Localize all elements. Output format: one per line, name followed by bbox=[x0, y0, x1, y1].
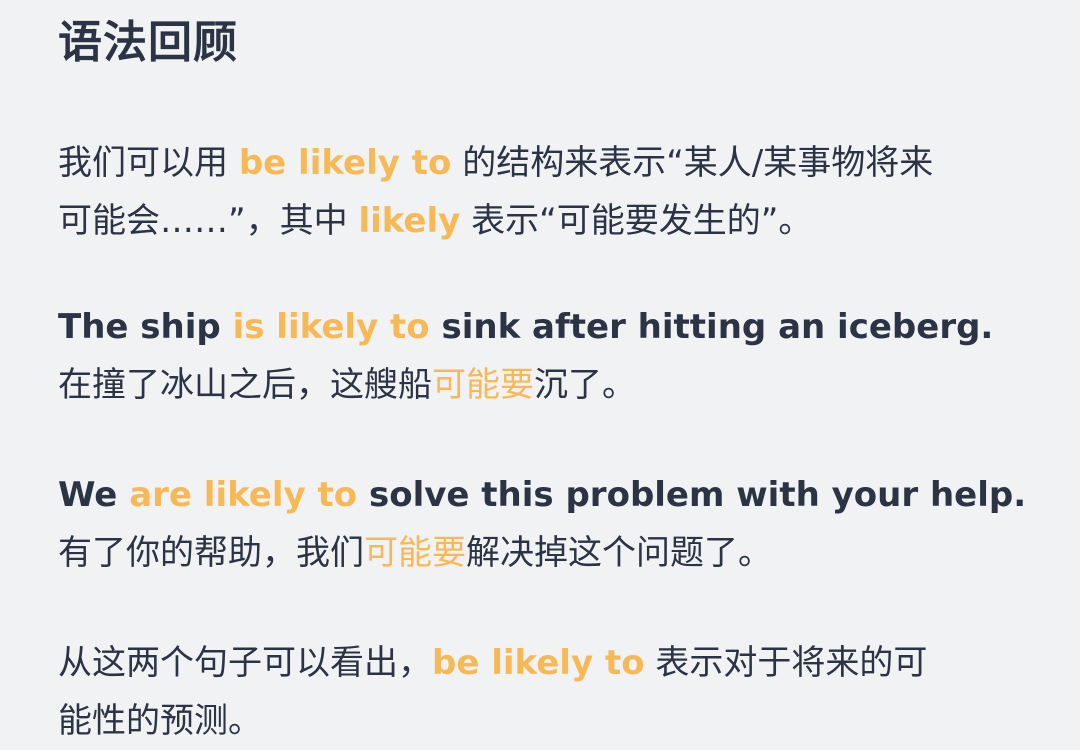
intro-text: 的结构来表示“某人/某事物将来 bbox=[451, 143, 934, 183]
intro-text: 可能会……”，其中 bbox=[58, 201, 359, 241]
english-text: We bbox=[58, 475, 130, 515]
english-sentence: The ship is likely to sink after hitting… bbox=[58, 298, 1080, 356]
english-text: sink after hitting an iceberg. bbox=[429, 307, 994, 347]
highlight-phrase: be likely to bbox=[432, 643, 645, 683]
example-sentence-1: The ship is likely to sink after hitting… bbox=[58, 298, 1080, 414]
intro-paragraph: 我们可以用 be likely to 的结构来表示“某人/某事物将来 可能会……… bbox=[58, 134, 1080, 250]
conclusion-text: 表示对于将来的可 bbox=[644, 643, 928, 683]
chinese-text: 有了你的帮助，我们 bbox=[58, 533, 364, 573]
english-text: The ship bbox=[58, 307, 233, 347]
chinese-text: 沉了。 bbox=[534, 365, 636, 405]
chinese-translation: 有了你的帮助，我们可能要解决掉这个问题了。 bbox=[58, 524, 1080, 582]
highlight-phrase: are likely to bbox=[129, 475, 358, 515]
english-text: solve this problem with your help. bbox=[357, 475, 1027, 515]
intro-text: 我们可以用 bbox=[58, 143, 239, 183]
highlight-phrase: is likely to bbox=[232, 307, 430, 347]
page-title: 语法回顾 bbox=[58, 17, 238, 68]
intro-line-2: 可能会……”，其中 likely 表示“可能要发生的”。 bbox=[58, 192, 1080, 250]
conclusion-line-1: 从这两个句子可以看出，be likely to 表示对于将来的可 bbox=[58, 634, 1080, 692]
english-sentence: We are likely to solve this problem with… bbox=[58, 466, 1080, 524]
intro-line-1: 我们可以用 be likely to 的结构来表示“某人/某事物将来 bbox=[58, 134, 1080, 192]
example-sentence-2: We are likely to solve this problem with… bbox=[58, 466, 1080, 582]
highlight-phrase: 可能要 bbox=[364, 533, 466, 573]
highlight-phrase: be likely to bbox=[238, 143, 452, 183]
highlight-phrase: 可能要 bbox=[432, 365, 534, 405]
chinese-translation: 在撞了冰山之后，这艘船可能要沉了。 bbox=[58, 356, 1080, 414]
conclusion-text: 从这两个句子可以看出， bbox=[58, 643, 432, 683]
chinese-text: 在撞了冰山之后，这艘船 bbox=[58, 365, 432, 405]
chinese-text: 解决掉这个问题了。 bbox=[466, 533, 772, 573]
intro-text: 表示“可能要发生的”。 bbox=[460, 201, 813, 241]
highlight-word: likely bbox=[358, 201, 461, 241]
conclusion-line-2: 能性的预测。 bbox=[58, 701, 262, 741]
grammar-review-page: 语法回顾 我们可以用 be likely to 的结构来表示“某人/某事物将来 … bbox=[0, 0, 1080, 741]
